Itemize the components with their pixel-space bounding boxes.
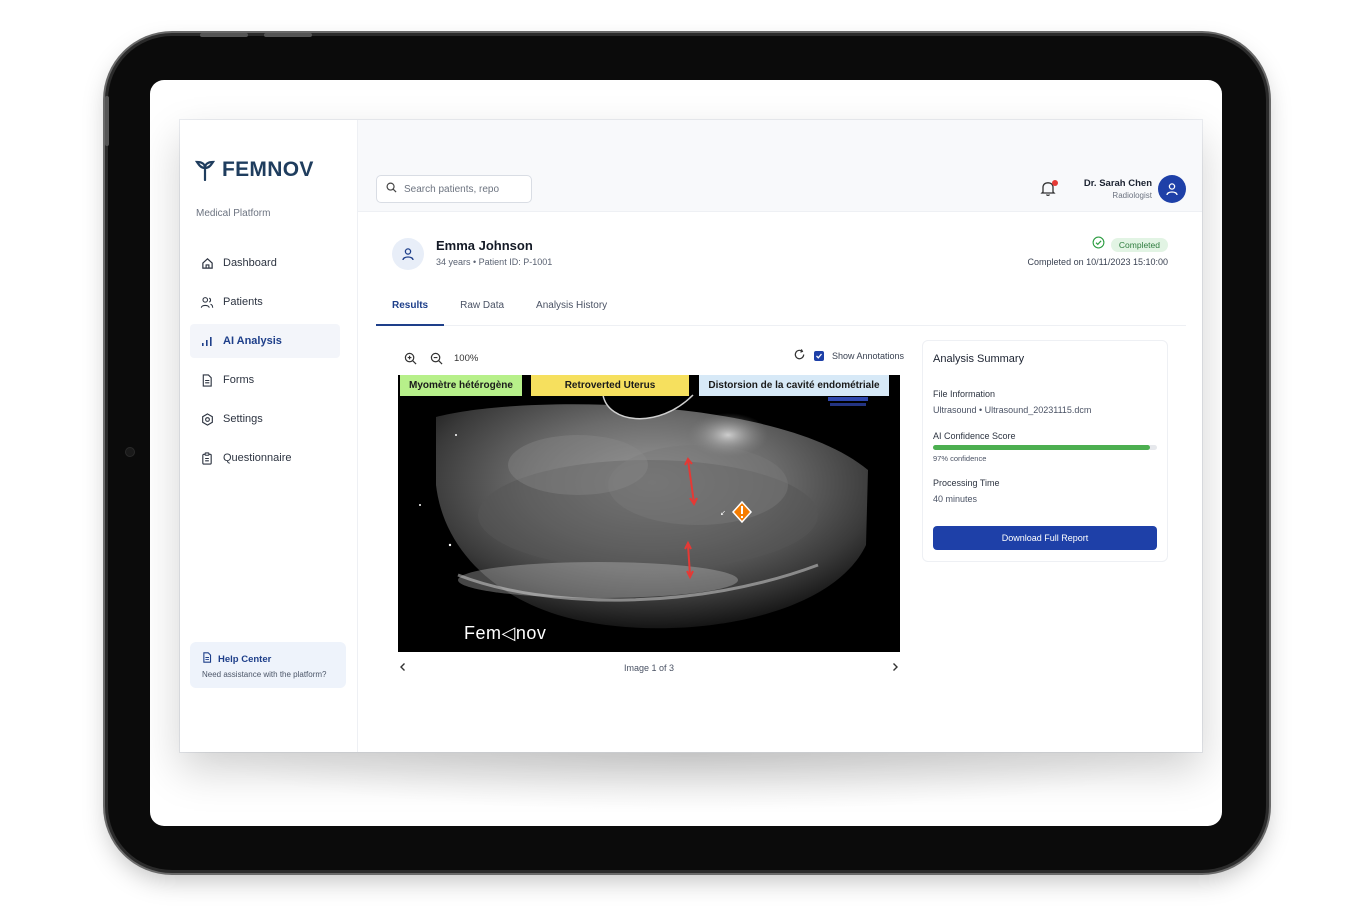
main-panel: Emma Johnson 34 years • Patient ID: P-10… <box>376 220 1186 752</box>
completion-timestamp: Completed on 10/11/2023 15:10:00 <box>1027 257 1168 267</box>
confidence-progress-bar <box>933 445 1157 450</box>
user-icon <box>1166 183 1178 196</box>
tab-raw-data[interactable]: Raw Data <box>444 290 520 326</box>
help-center-subtitle: Need assistance with the platform? <box>202 670 327 679</box>
patient-avatar <box>392 238 424 270</box>
viewer-toolbar: 100% Show Annotations <box>402 348 904 368</box>
show-annotations-label: Show Annotations <box>831 350 904 361</box>
notification-dot <box>1052 180 1058 186</box>
tablet-screen: FEMNOV Medical Platform Dashboard Patien… <box>150 80 1222 826</box>
top-bar: Dr. Sarah Chen Radiologist <box>358 120 1202 212</box>
sidebar-nav: Dashboard Patients AI Analysis Forms Set… <box>190 246 340 480</box>
zoom-out-icon[interactable] <box>428 350 444 366</box>
annotation-label-distorsion[interactable]: Distorsion de la cavité endométriale <box>699 375 889 396</box>
annotation-label-retroverted[interactable]: Retroverted Uterus <box>531 375 689 396</box>
user-role: Radiologist <box>1112 191 1152 200</box>
show-annotations-checkbox[interactable] <box>813 350 824 361</box>
user-info[interactable]: Dr. Sarah Chen Radiologist <box>1082 178 1152 200</box>
sidebar-item-label: Settings <box>223 413 263 425</box>
clipboard-icon <box>200 451 214 465</box>
bar-chart-icon <box>200 334 214 348</box>
confidence-progress-fill <box>933 445 1151 450</box>
sidebar-item-dashboard[interactable]: Dashboard <box>190 246 340 280</box>
help-center-title: Help Center <box>218 653 272 665</box>
summary-title: Analysis Summary <box>933 353 1025 365</box>
user-name: Dr. Sarah Chen <box>1083 178 1152 189</box>
status-badge: Completed <box>1110 238 1168 252</box>
tab-analysis-history[interactable]: Analysis History <box>520 290 623 326</box>
annotation-label-myometre[interactable]: Myomètre hétérogène <box>400 375 522 396</box>
help-center-title-row: Help Center <box>202 652 346 666</box>
sidebar: FEMNOV Medical Platform Dashboard Patien… <box>180 120 358 752</box>
sidebar-item-forms[interactable]: Forms <box>190 363 340 397</box>
file-info-value: Ultrasound • Ultrasound_20231115.dcm <box>933 405 1092 415</box>
image-pager: Image 1 of 3 <box>398 660 900 676</box>
patient-name: Emma Johnson <box>436 238 533 253</box>
sidebar-item-patients[interactable]: Patients <box>190 285 340 319</box>
search-box <box>376 175 532 203</box>
analysis-summary-card: Analysis Summary File Information Ultras… <box>922 340 1168 562</box>
home-icon <box>200 256 214 270</box>
search-input[interactable] <box>404 183 524 195</box>
svg-text:↙: ↙ <box>720 510 726 517</box>
chevron-left-icon[interactable] <box>398 662 408 674</box>
tablet-top-button <box>200 33 248 37</box>
image-counter: Image 1 of 3 <box>623 663 675 673</box>
zoom-level: 100% <box>454 352 479 364</box>
download-report-button[interactable]: Download Full Report <box>933 526 1157 550</box>
sidebar-item-label: Dashboard <box>223 257 277 269</box>
gear-icon <box>200 412 214 426</box>
app-window: FEMNOV Medical Platform Dashboard Patien… <box>180 120 1202 752</box>
tablet-top-button <box>264 33 312 37</box>
avatar[interactable] <box>1158 175 1186 203</box>
tab-results[interactable]: Results <box>376 290 445 326</box>
check-circle-icon <box>1092 236 1105 254</box>
zoom-in-icon[interactable] <box>402 350 418 366</box>
confidence-value: 97% confidence <box>933 454 987 463</box>
ultrasound-scan: ↙ <box>398 375 900 652</box>
notification-bell-icon[interactable] <box>1040 180 1058 198</box>
sidebar-item-label: Questionnaire <box>223 452 292 464</box>
processing-time-value: 40 minutes <box>933 494 978 504</box>
sidebar-item-questionnaire[interactable]: Questionnaire <box>190 441 340 475</box>
users-icon <box>200 295 214 309</box>
patient-meta: 34 years • Patient ID: P-1001 <box>436 257 553 267</box>
window-shadow <box>190 752 1190 812</box>
help-document-icon <box>202 652 212 666</box>
sidebar-item-label: Forms <box>223 374 255 386</box>
camera-icon <box>126 448 134 456</box>
chevron-right-icon[interactable] <box>890 662 900 674</box>
document-icon <box>200 373 214 387</box>
brand-subtitle: Medical Platform <box>196 208 271 219</box>
sidebar-item-ai-analysis[interactable]: AI Analysis <box>190 324 340 358</box>
status-row: Completed <box>1092 236 1168 254</box>
logo-icon <box>194 160 216 181</box>
logo[interactable]: FEMNOV <box>194 158 314 182</box>
sidebar-item-label: Patients <box>223 296 263 308</box>
refresh-icon[interactable] <box>793 348 806 363</box>
file-info-label: File Information <box>933 389 996 399</box>
tab-bar: Results Raw Data Analysis History <box>376 290 1186 326</box>
tablet-side-button <box>105 96 109 146</box>
confidence-label: AI Confidence Score <box>933 431 1016 441</box>
help-center-card[interactable]: Help Center Need assistance with the pla… <box>190 642 346 688</box>
ultrasound-image[interactable]: ↙ Myomètre hétérogène Retroverted Uterus… <box>398 375 900 652</box>
sidebar-item-label: AI Analysis <box>223 335 282 347</box>
user-icon <box>402 248 414 261</box>
brand-name: FEMNOV <box>222 158 314 181</box>
processing-time-label: Processing Time <box>933 478 1000 488</box>
search-icon <box>386 180 397 198</box>
annotation-controls: Show Annotations <box>793 348 904 363</box>
femnov-watermark: Fem◁nov <box>464 623 547 643</box>
sidebar-item-settings[interactable]: Settings <box>190 402 340 436</box>
